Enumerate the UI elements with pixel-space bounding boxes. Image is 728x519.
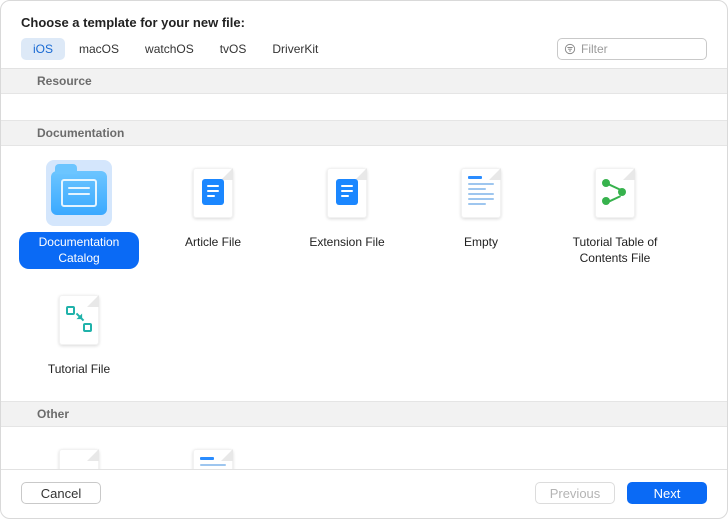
template-documentation-catalog[interactable]: Documentation Catalog <box>15 154 143 275</box>
text-file-icon <box>180 441 246 469</box>
template-label: Documentation Catalog <box>19 232 139 269</box>
template-label: Empty <box>456 232 506 254</box>
template-extension-file[interactable]: Extension File <box>283 154 411 275</box>
article-file-icon <box>180 160 246 226</box>
template-label: Extension File <box>301 232 392 254</box>
template-label: Article File <box>177 232 249 254</box>
platform-tabs: iOS macOS watchOS tvOS DriverKit <box>21 38 330 60</box>
previous-button[interactable]: Previous <box>535 482 615 504</box>
template-other-1[interactable] <box>15 435 143 469</box>
extension-file-icon <box>314 160 380 226</box>
template-label: Tutorial File <box>40 359 118 381</box>
template-tutorial-file[interactable]: Tutorial File <box>15 281 143 387</box>
group-body-resource <box>1 94 727 120</box>
template-other-2[interactable] <box>149 435 277 469</box>
dialog-footer: Cancel Previous Next <box>1 469 727 518</box>
toolbar: iOS macOS watchOS tvOS DriverKit <box>1 38 727 69</box>
template-tutorial-toc[interactable]: Tutorial Table of Contents File <box>551 154 679 275</box>
filter-icon <box>564 43 576 55</box>
tutorial-file-icon <box>46 287 112 353</box>
tutorial-toc-icon <box>582 160 648 226</box>
group-body-documentation: Documentation Catalog Article File Exten… <box>1 146 727 401</box>
tab-ios[interactable]: iOS <box>21 38 65 60</box>
empty-file-icon <box>448 160 514 226</box>
group-header-other: Other <box>1 401 727 427</box>
tab-macos[interactable]: macOS <box>67 38 131 60</box>
tab-tvos[interactable]: tvOS <box>208 38 259 60</box>
dialog-title: Choose a template for your new file: <box>1 1 727 38</box>
template-label: Tutorial Table of Contents File <box>555 232 675 269</box>
folder-doc-icon <box>46 160 112 226</box>
group-header-resource: Resource <box>1 69 727 94</box>
cancel-button[interactable]: Cancel <box>21 482 101 504</box>
filter-input[interactable] <box>581 42 700 56</box>
generic-file-icon <box>46 441 112 469</box>
new-file-template-dialog: Choose a template for your new file: iOS… <box>0 0 728 519</box>
tab-watchos[interactable]: watchOS <box>133 38 206 60</box>
filter-field[interactable] <box>557 38 707 60</box>
template-list[interactable]: Resource Documentation Documentation Cat… <box>1 69 727 469</box>
template-article-file[interactable]: Article File <box>149 154 277 275</box>
tab-driverkit[interactable]: DriverKit <box>260 38 330 60</box>
next-button[interactable]: Next <box>627 482 707 504</box>
group-body-other <box>1 427 727 469</box>
group-header-documentation: Documentation <box>1 120 727 146</box>
template-empty[interactable]: Empty <box>417 154 545 275</box>
